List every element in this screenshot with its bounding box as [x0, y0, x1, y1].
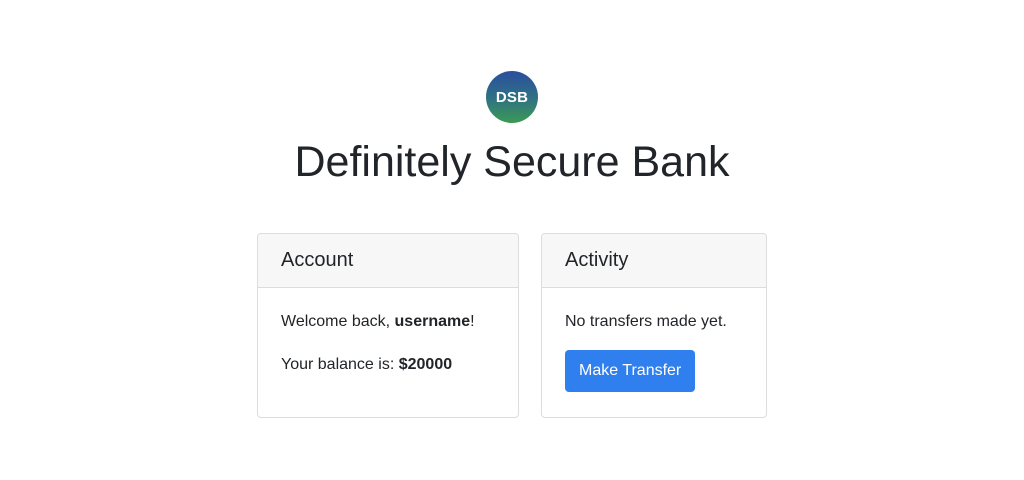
activity-card: Activity No transfers made yet. Make Tra…	[541, 233, 767, 418]
page-title: Definitely Secure Bank	[294, 138, 730, 186]
activity-card-header: Activity	[542, 234, 766, 288]
welcome-suffix: !	[470, 313, 475, 330]
logo-text: DSB	[495, 88, 529, 106]
balance-value: $20000	[398, 356, 453, 373]
welcome-message: Welcome back, username!	[281, 312, 495, 332]
bank-logo: DSB	[486, 71, 538, 123]
no-transfers-message: No transfers made yet.	[565, 313, 727, 330]
account-card-header: Account	[258, 234, 518, 288]
balance-line: Your balance is: $20000	[281, 355, 495, 375]
balance-label: Your balance is:	[281, 356, 399, 373]
username: username	[394, 313, 471, 330]
make-transfer-button[interactable]: Make Transfer	[565, 350, 696, 392]
welcome-prefix: Welcome back,	[281, 313, 395, 330]
page: DSB Definitely Secure Bank Account Welco…	[0, 0, 1024, 480]
account-card: Account Welcome back, username! Your bal…	[257, 233, 519, 418]
activity-card-body: No transfers made yet. Make Transfer	[542, 288, 766, 392]
account-card-body: Welcome back, username! Your balance is:…	[258, 288, 518, 375]
